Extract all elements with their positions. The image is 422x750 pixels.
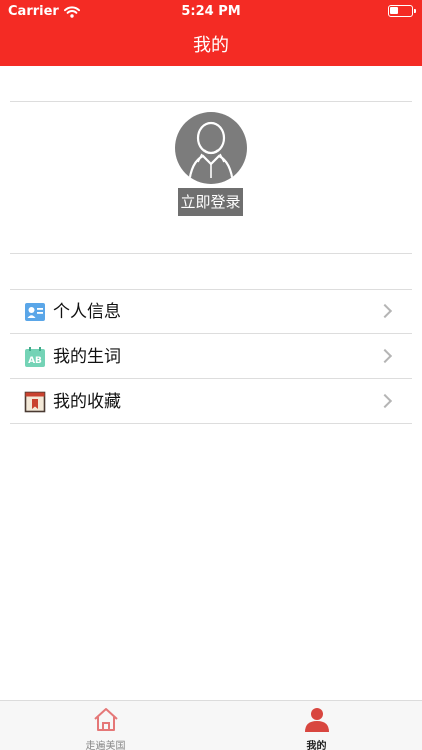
divider (10, 101, 412, 102)
battery-icon (388, 5, 416, 17)
chevron-right-icon (377, 303, 393, 319)
menu-item-favorites[interactable]: 我的收藏 (10, 380, 412, 424)
home-icon (94, 708, 118, 731)
header-bar: Carrier 5:24 PM 我的 (0, 0, 422, 66)
status-time: 5:24 PM (181, 4, 241, 19)
menu-item-label: 我的生词 (53, 347, 121, 367)
tab-home[interactable]: 走遍美国 (0, 701, 211, 750)
page-title: 我的 (193, 35, 229, 56)
chevron-right-icon (377, 393, 393, 409)
id-card-icon (25, 303, 45, 321)
avatar-person-icon (187, 121, 235, 184)
tab-label: 我的 (306, 741, 327, 750)
user-avatar-icon[interactable] (175, 112, 247, 184)
person-icon (305, 708, 329, 732)
menu-item-personal-info[interactable]: 个人信息 (10, 290, 412, 334)
tab-mine[interactable]: 我的 (211, 701, 422, 750)
calendar-ab-icon: AB (25, 347, 45, 367)
menu-item-label: 我的收藏 (53, 392, 121, 412)
tab-label: 走遍美国 (85, 741, 126, 750)
status-bar: Carrier 5:24 PM (0, 0, 422, 22)
chevron-right-icon (377, 348, 393, 364)
menu-item-label: 个人信息 (53, 302, 121, 322)
login-button[interactable]: 立即登录 (178, 188, 243, 216)
svg-text:AB: AB (28, 356, 42, 366)
divider (10, 253, 412, 254)
menu-item-vocabulary[interactable]: AB 我的生词 (10, 335, 412, 379)
tab-bar: 走遍美国 我的 (0, 700, 422, 750)
bookmark-icon (24, 391, 46, 413)
